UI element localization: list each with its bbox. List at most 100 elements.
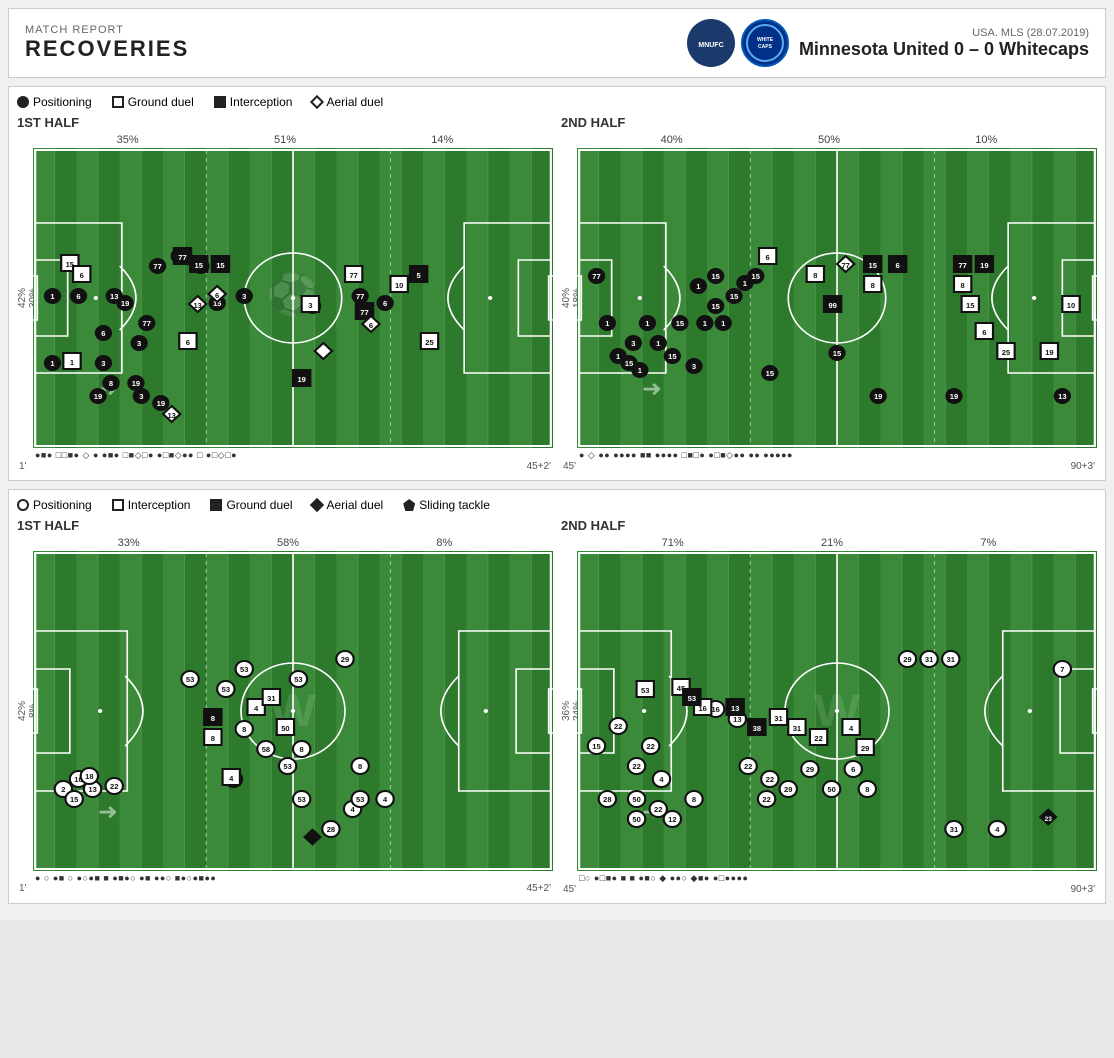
svg-text:99: 99 (828, 301, 836, 310)
svg-text:1: 1 (50, 359, 54, 368)
svg-text:28: 28 (603, 795, 611, 804)
team2-logo: WHITE CAPS (741, 19, 789, 67)
svg-text:15: 15 (711, 272, 719, 281)
legend-aerial-duel: Aerial duel (312, 95, 383, 109)
svg-text:15: 15 (833, 349, 841, 358)
aerial-duel-icon (310, 95, 324, 109)
svg-text:15: 15 (668, 352, 676, 361)
ground-duel-icon-2 (210, 499, 222, 511)
team1-2nd-pct-top: 40% 50% 10% (561, 134, 1097, 146)
pct-left: 35% (117, 134, 139, 146)
svg-text:5: 5 (417, 271, 421, 280)
svg-text:22: 22 (110, 782, 118, 791)
svg-text:8: 8 (871, 281, 875, 290)
svg-text:7: 7 (1060, 665, 1064, 674)
svg-text:31: 31 (950, 825, 958, 834)
svg-text:8: 8 (211, 714, 215, 723)
svg-text:77: 77 (349, 271, 357, 280)
svg-text:22: 22 (762, 795, 770, 804)
aerial-duel-label-2: Aerial duel (326, 498, 383, 512)
svg-text:29: 29 (861, 744, 869, 753)
svg-text:29: 29 (903, 655, 911, 664)
svg-text:19: 19 (950, 392, 958, 401)
team2-2nd-field: W ➜ 15 22 28 22 22 4 50 5 (577, 551, 1097, 871)
svg-text:13: 13 (88, 785, 96, 794)
svg-text:15: 15 (592, 742, 600, 751)
svg-text:8: 8 (300, 745, 304, 754)
svg-text:50: 50 (827, 785, 835, 794)
svg-text:8: 8 (813, 271, 817, 280)
aerial-duel-label: Aerial duel (326, 95, 383, 109)
pct-left: 40% (661, 134, 683, 146)
svg-text:31: 31 (774, 714, 782, 723)
svg-text:10: 10 (1067, 301, 1075, 310)
svg-text:10: 10 (395, 281, 403, 290)
svg-text:38: 38 (753, 724, 761, 733)
svg-text:77: 77 (360, 308, 368, 317)
svg-text:50: 50 (632, 815, 640, 824)
field-svg-3: W ➜ 2 10 15 13 18 22 22 5 (33, 551, 553, 871)
time-start: 45' (563, 461, 576, 472)
team1-halves: 1ST HALF 35% 51% 14% 42% 30% (17, 115, 1097, 472)
svg-text:13: 13 (733, 715, 741, 724)
ground-duel-label-2: Ground duel (226, 498, 292, 512)
svg-text:6: 6 (215, 291, 219, 300)
svg-text:50: 50 (281, 724, 289, 733)
svg-text:8: 8 (358, 762, 362, 771)
svg-text:1: 1 (605, 319, 609, 328)
pct-right: 8% (436, 537, 452, 549)
svg-text:77: 77 (153, 262, 161, 271)
team2-2nd-pct-top: 71% 21% 7% (561, 537, 1097, 549)
field-svg-4: W ➜ 15 22 28 22 22 4 50 5 (577, 551, 1097, 871)
team2-2nd-side-label: 36% 24% (561, 551, 577, 871)
svg-text:8: 8 (109, 379, 113, 388)
svg-text:31: 31 (793, 724, 801, 733)
svg-text:53: 53 (356, 795, 364, 804)
svg-text:12: 12 (668, 815, 676, 824)
svg-text:3: 3 (631, 339, 635, 348)
svg-text:15: 15 (730, 292, 738, 301)
svg-text:15: 15 (216, 261, 224, 270)
svg-text:15: 15 (766, 369, 774, 378)
svg-text:8: 8 (692, 795, 696, 804)
svg-text:6: 6 (982, 328, 986, 337)
legend-interception-2: Interception (112, 498, 191, 512)
pct-right: 7% (980, 537, 996, 549)
league-label: USA. MLS (28.07.2019) (799, 27, 1089, 39)
svg-text:3: 3 (242, 292, 246, 301)
pct-right: 14% (431, 134, 453, 146)
pct-right: 10% (975, 134, 997, 146)
team2-1st-pct-top: 33% 58% 8% (17, 537, 553, 549)
svg-text:1: 1 (721, 319, 725, 328)
main-container: MATCH REPORT RECOVERIES MNUFC WHITE CAPS (0, 0, 1114, 920)
team2-1st-field: W ➜ 2 10 15 13 18 22 22 5 (33, 551, 553, 871)
svg-text:77: 77 (143, 319, 151, 328)
svg-text:1: 1 (645, 319, 649, 328)
svg-text:19: 19 (132, 379, 140, 388)
sliding-tackle-label: Sliding tackle (419, 498, 490, 512)
svg-text:6: 6 (896, 261, 900, 270)
svg-text:2: 2 (61, 785, 65, 794)
svg-text:53: 53 (297, 795, 305, 804)
pct-mid: 51% (274, 134, 296, 146)
report-type-label: MATCH REPORT (25, 24, 189, 36)
svg-text:8: 8 (242, 725, 246, 734)
positioning-label: Positioning (33, 95, 92, 109)
svg-text:22: 22 (766, 775, 774, 784)
legend-aerial-duel-2: Aerial duel (312, 498, 383, 512)
time-end: 90+3' (1071, 884, 1095, 895)
svg-text:8: 8 (211, 734, 215, 743)
time-end: 45+2' (527, 883, 551, 894)
time-start: 1' (19, 883, 26, 894)
svg-text:1: 1 (656, 339, 660, 348)
legend-positioning-2: Positioning (17, 498, 92, 512)
svg-text:➜: ➜ (98, 799, 118, 824)
svg-text:3: 3 (692, 362, 696, 371)
match-info: USA. MLS (28.07.2019) Minnesota United 0… (799, 27, 1089, 60)
team2-1st-time-labels: 1' 45+2' (17, 883, 553, 894)
svg-text:19: 19 (1045, 348, 1053, 357)
svg-text:50: 50 (632, 795, 640, 804)
svg-text:22: 22 (654, 805, 662, 814)
legend-ground-duel: Ground duel (112, 95, 194, 109)
team2-1st-field-container: 42% 8% (17, 551, 553, 871)
